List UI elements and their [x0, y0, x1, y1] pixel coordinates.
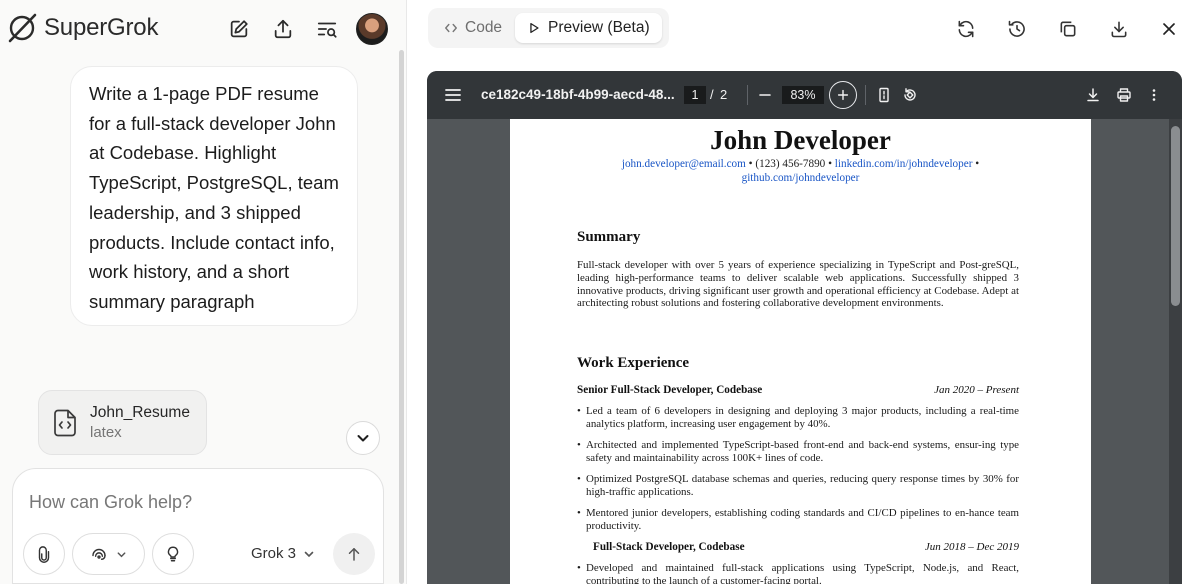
- email-link[interactable]: john.developer@email.com: [622, 158, 746, 170]
- mode-selector-button[interactable]: [72, 533, 145, 575]
- toolbar-divider: [865, 85, 866, 105]
- paperclip-icon: [38, 546, 50, 563]
- pdf-scrollbar-thumb[interactable]: [1171, 126, 1180, 306]
- chevron-down-icon: [304, 551, 314, 557]
- job-bullet: Architected and implemented TypeScript-b…: [577, 439, 1019, 465]
- user-avatar[interactable]: [356, 13, 388, 45]
- refresh-icon[interactable]: [952, 15, 980, 43]
- job-bullet: Mentored junior developers, establishing…: [577, 507, 1019, 533]
- zoom-level[interactable]: 83%: [782, 86, 824, 104]
- rotate-button[interactable]: [898, 83, 922, 107]
- job-bullet: Developed and maintained full-stack appl…: [577, 562, 1019, 584]
- page-separator: /: [710, 87, 714, 102]
- print-button[interactable]: [1112, 83, 1136, 107]
- pdf-page: John Developer john.developer@email.com …: [510, 119, 1091, 584]
- supergrok-logo[interactable]: SuperGrok: [6, 12, 158, 44]
- grok-logo-icon: [8, 13, 37, 43]
- job-dates: Jun 2018 – Dec 2019: [924, 541, 1019, 553]
- close-icon[interactable]: [1155, 15, 1183, 43]
- summary-heading: Summary: [577, 229, 641, 245]
- plus-icon: [837, 89, 849, 101]
- tab-preview-label: Preview (Beta): [548, 19, 650, 36]
- zoom-in-button[interactable]: [829, 81, 857, 109]
- code-file-icon: [54, 409, 76, 437]
- pdf-download-button[interactable]: [1081, 83, 1105, 107]
- pdf-filename: ce182c49-18bf-4b99-aecd-48...: [481, 87, 675, 102]
- history-icon[interactable]: [1003, 15, 1031, 43]
- chat-panel: SuperGrok Write a 1-page PDF resume for …: [0, 0, 407, 584]
- job-bullet: Led a team of 6 developers in designing …: [577, 405, 1019, 431]
- total-pages: 2: [720, 87, 728, 102]
- think-mode-icon: [92, 548, 106, 560]
- chevron-down-icon: [357, 435, 369, 442]
- ideas-button[interactable]: [152, 533, 194, 575]
- job-title: Full-Stack Developer, Codebase: [593, 541, 745, 553]
- chevron-down-icon: [117, 551, 126, 557]
- tab-code[interactable]: Code: [434, 13, 512, 43]
- work-experience-heading: Work Experience: [577, 355, 690, 371]
- arrow-up-icon: [348, 548, 360, 561]
- summary-paragraph: Full-stack developer with over 5 years o…: [577, 259, 1019, 310]
- share-icon[interactable]: [268, 14, 298, 44]
- fit-page-icon: [879, 87, 889, 103]
- message-composer: Grok 3: [12, 468, 384, 584]
- user-message-bubble: Write a 1-page PDF resume for a full-sta…: [70, 66, 358, 326]
- attach-button[interactable]: [23, 533, 65, 575]
- resume-contact: john.developer@email.com • (123) 456-789…: [570, 158, 1031, 185]
- app-window: SuperGrok Write a 1-page PDF resume for …: [0, 0, 1200, 584]
- contact-separator: •: [972, 158, 980, 170]
- tab-preview[interactable]: Preview (Beta): [515, 13, 662, 43]
- chat-scrollbar[interactable]: [399, 50, 404, 584]
- pdf-toolbar: ce182c49-18bf-4b99-aecd-48... 1 / 2 83%: [427, 71, 1182, 119]
- chat-topbar: SuperGrok: [0, 0, 407, 58]
- view-tabs: Code Preview (Beta): [428, 8, 669, 48]
- menu-icon[interactable]: [443, 85, 463, 105]
- fit-page-button[interactable]: [872, 83, 896, 107]
- code-brackets-icon: [445, 23, 457, 33]
- lightbulb-icon: [167, 546, 179, 562]
- linkedin-link[interactable]: linkedin.com/in/johndeveloper: [835, 158, 973, 170]
- model-name: Grok 3: [251, 545, 297, 562]
- app-name: SuperGrok: [44, 14, 159, 41]
- page-number-input[interactable]: 1: [684, 86, 706, 104]
- model-selector[interactable]: Grok 3: [251, 545, 315, 562]
- search-history-icon[interactable]: [312, 14, 342, 44]
- pdf-viewer: ce182c49-18bf-4b99-aecd-48... 1 / 2 83%: [427, 71, 1182, 584]
- github-link[interactable]: github.com/johndeveloper: [742, 172, 860, 184]
- artifact-preview-panel: Code Preview (Beta) ce182c49-18bf-4b99-a…: [408, 0, 1200, 584]
- scroll-to-bottom-button[interactable]: [346, 421, 380, 455]
- minus-icon: [759, 94, 771, 96]
- more-options-button[interactable]: [1142, 83, 1166, 107]
- copy-icon[interactable]: [1054, 15, 1082, 43]
- file-name: John_Resume: [90, 404, 190, 421]
- job-dates: Jan 2020 – Present: [934, 384, 1019, 396]
- job-bullet: Optimized PostgreSQL database schemas an…: [577, 473, 1019, 499]
- file-type: latex: [90, 424, 122, 441]
- resume-name: John Developer: [710, 125, 891, 155]
- rotate-icon: [904, 88, 916, 101]
- artifact-file-card[interactable]: John_Resume latex: [38, 390, 207, 455]
- send-button[interactable]: [333, 533, 375, 575]
- more-vertical-icon: [1152, 89, 1156, 101]
- print-icon: [1117, 88, 1131, 102]
- job-title: Senior Full-Stack Developer, Codebase: [577, 384, 763, 396]
- tab-code-label: Code: [465, 19, 503, 36]
- download-icon: [1087, 88, 1099, 102]
- download-icon[interactable]: [1105, 15, 1133, 43]
- toolbar-divider: [747, 85, 748, 105]
- contact-separator: • (123) 456-7890 •: [745, 158, 835, 170]
- prompt-input[interactable]: [29, 489, 359, 515]
- play-icon: [530, 22, 539, 34]
- new-chat-icon[interactable]: [224, 14, 254, 44]
- zoom-out-button[interactable]: [753, 83, 777, 107]
